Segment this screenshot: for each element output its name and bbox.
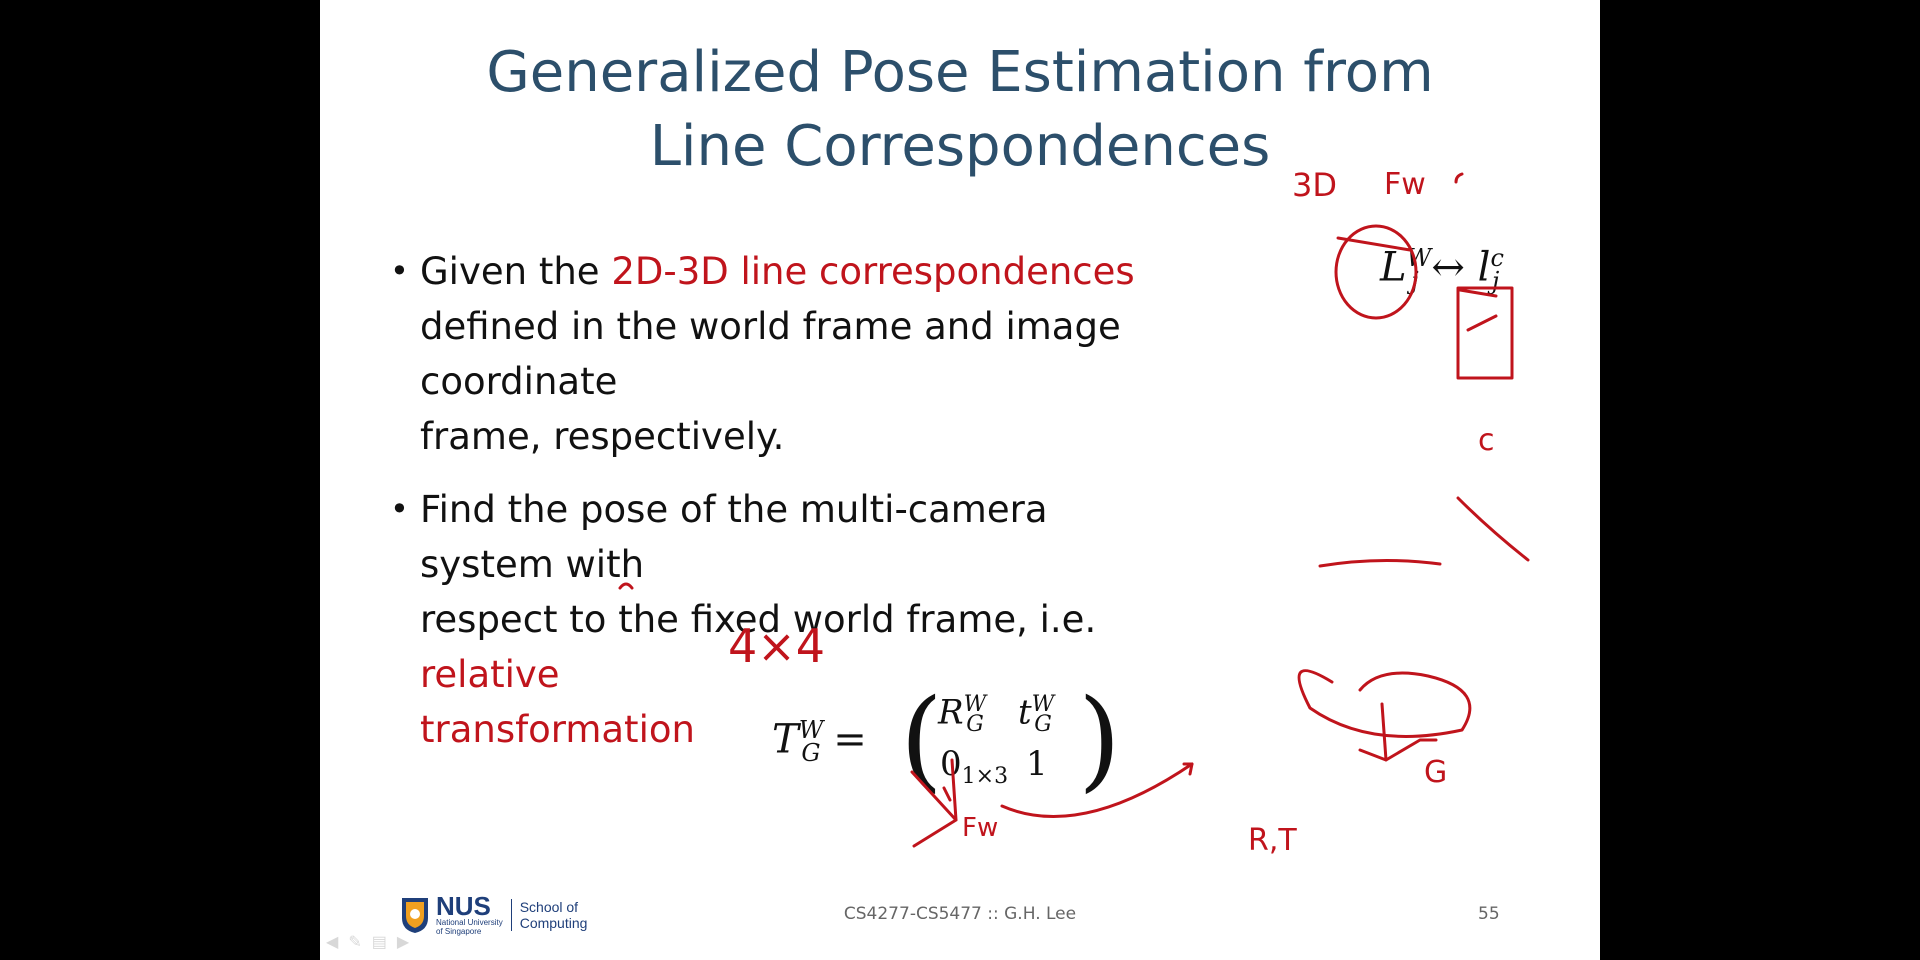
slide-nav-controls: ◀ ✎ ▤ ▶ [326, 932, 409, 952]
nus-subtitle-2: of Singapore [436, 927, 482, 936]
transformation-matrix-equation: TWG = ( RWG tWG 01×3 1 ) [772, 684, 1132, 798]
slide-title: Generalized Pose Estimation from Line Co… [320, 36, 1600, 184]
line-correspondence-formula: LWj ↔ lcj [1380, 244, 1504, 296]
bullet-1-highlight: 2D-3D line correspondences [611, 250, 1135, 293]
ink-label-c: c [1478, 423, 1495, 458]
bullet-1-line-2: defined in the world frame and image coo… [420, 305, 1121, 403]
nav-menu-icon[interactable]: ▤ [372, 932, 387, 952]
bullet-1: • Given the 2D-3D line correspondences d… [390, 244, 1160, 464]
nav-next-icon[interactable]: ▶ [397, 932, 409, 952]
ink-label-g: G [1424, 755, 1447, 790]
equation-lhs: TWG = [772, 716, 867, 768]
bullet-dot: • [390, 490, 409, 528]
course-footer: CS4277-CS5477 :: G.H. Lee [843, 904, 1077, 924]
ink-camera-box [1456, 286, 1514, 380]
right-paren: ) [1078, 675, 1121, 803]
nav-pen-icon[interactable]: ✎ [348, 932, 361, 952]
matrix-cell-zero: 01×3 [940, 744, 1009, 789]
matrix-cell-translation: tWG [1018, 692, 1055, 738]
bullet-2-line-1: Find the pose of the multi-camera system… [420, 488, 1048, 586]
bullet-1-prefix: Given the [420, 250, 612, 293]
ink-label-fw-2: Fw [962, 813, 998, 843]
bullet-1-line-1: Given the 2D-3D line correspondences [420, 244, 1160, 299]
ink-body-outline [1297, 669, 1472, 738]
ink-curve [1456, 496, 1530, 562]
page-number: 55 [1478, 904, 1500, 924]
bullet-1-line-3: frame, respectively. [420, 415, 785, 458]
ink-arrowhead [1182, 762, 1194, 776]
ink-box-scribble [1458, 288, 1498, 332]
title-line-1: Generalized Pose Estimation from [486, 40, 1434, 105]
title-line-2: Line Correspondences [649, 114, 1271, 179]
left-paren: ( [900, 675, 943, 803]
slide: Generalized Pose Estimation from Line Co… [320, 0, 1600, 960]
bullet-2-line-2: respect to the fixed world frame, i.e. r… [420, 592, 1160, 702]
bullet-2-prefix: respect to the fixed world frame, i.e. [420, 598, 1097, 641]
bullet-dot: • [390, 252, 409, 290]
matrix-cell-one: 1 [1026, 744, 1048, 784]
ink-underline-relative [1318, 558, 1442, 568]
ink-frame-g [1358, 702, 1438, 762]
ink-label-rt: R,T [1248, 823, 1297, 858]
nav-prev-icon[interactable]: ◀ [326, 932, 338, 952]
matrix-cell-rotation: RWG [938, 692, 987, 738]
bullet-2-highlight: relative [420, 653, 560, 696]
